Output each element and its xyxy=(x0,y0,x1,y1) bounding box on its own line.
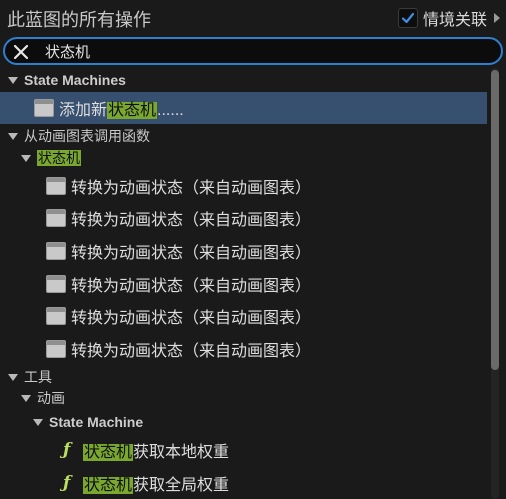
subcategory-state-machine[interactable]: 状态机 xyxy=(0,146,487,170)
menu-header: 此蓝图的所有操作 情境关联 xyxy=(0,0,506,36)
blueprint-action-menu: 此蓝图的所有操作 情境关联 State Machines xyxy=(0,0,506,499)
subcategory-label: 状态机 xyxy=(37,148,81,168)
category-state-machines[interactable]: State Machines xyxy=(0,68,487,92)
action-label: 状态机获取本地权重 xyxy=(83,444,230,461)
action-convert-to-anim-state[interactable]: 转换为动画状态（来自动画图表） xyxy=(0,206,487,230)
category-label: 从动画图表调用函数 xyxy=(24,128,150,144)
expand-arrow-icon[interactable] xyxy=(21,394,31,402)
node-icon xyxy=(46,177,66,195)
action-add-new-state-machine[interactable]: 添加新状态机...... xyxy=(0,92,487,124)
action-label: 转换为动画状态（来自动画图表） xyxy=(71,180,312,197)
context-sensitive-label: 情境关联 xyxy=(422,12,487,29)
expand-arrow-icon[interactable] xyxy=(8,373,18,381)
function-icon: ƒ xyxy=(63,473,71,493)
action-convert-to-anim-state[interactable]: 转换为动画状态（来自动画图表） xyxy=(0,304,487,328)
search-match-highlight: 状态机 xyxy=(37,150,81,166)
action-label: 转换为动画状态（来自动画图表） xyxy=(71,343,312,360)
node-icon xyxy=(46,307,66,325)
chevron-right-icon[interactable] xyxy=(494,13,500,23)
node-icon xyxy=(46,209,66,227)
action-label: 转换为动画状态（来自动画图表） xyxy=(71,310,312,327)
action-label: 状态机获取全局权重 xyxy=(83,477,230,494)
node-icon xyxy=(46,242,66,260)
scrollbar-thumb[interactable] xyxy=(491,70,499,370)
action-convert-to-anim-state[interactable]: 转换为动画状态（来自动画图表） xyxy=(0,239,487,263)
search-match-highlight: 状态机 xyxy=(83,477,134,494)
node-icon xyxy=(46,340,66,358)
vertical-scrollbar[interactable] xyxy=(489,68,501,499)
expand-arrow-icon[interactable] xyxy=(21,154,31,162)
category-label: State Machines xyxy=(24,72,126,88)
function-icon: ƒ xyxy=(63,440,71,460)
search-match-highlight: 状态机 xyxy=(83,444,134,461)
clear-search-button[interactable] xyxy=(11,42,31,62)
action-label: 转换为动画状态（来自动画图表） xyxy=(71,212,312,229)
action-convert-to-anim-state[interactable]: 转换为动画状态（来自动画图表） xyxy=(0,337,487,361)
menu-title: 此蓝图的所有操作 xyxy=(7,10,151,30)
subcategory-label: 动画 xyxy=(37,390,65,406)
action-get-local-weight[interactable]: ƒ 状态机获取本地权重 xyxy=(0,438,487,462)
search-match-highlight: 状态机 xyxy=(107,102,158,119)
category-label: 工具 xyxy=(24,369,52,385)
action-convert-to-anim-state[interactable]: 转换为动画状态（来自动画图表） xyxy=(0,272,487,296)
expand-arrow-icon[interactable] xyxy=(8,132,18,140)
category-call-from-anim-graph[interactable]: 从动画图表调用函数 xyxy=(0,124,487,148)
action-get-global-weight[interactable]: ƒ 状态机获取全局权重 xyxy=(0,471,487,495)
action-label: 添加新状态机...... xyxy=(59,102,184,119)
context-sensitive-checkbox[interactable] xyxy=(397,8,418,28)
action-convert-to-anim-state[interactable]: 转换为动画状态（来自动画图表） xyxy=(0,174,487,198)
checkmark-icon xyxy=(401,12,415,24)
subcategory-state-machine-tools[interactable]: State Machine xyxy=(0,410,487,434)
expand-arrow-icon[interactable] xyxy=(8,76,18,84)
action-label: 转换为动画状态（来自动画图表） xyxy=(71,245,312,262)
node-icon xyxy=(46,275,66,293)
search-box xyxy=(3,37,503,65)
action-label: 转换为动画状态（来自动画图表） xyxy=(71,278,312,295)
close-icon xyxy=(13,44,29,60)
expand-arrow-icon[interactable] xyxy=(33,418,43,426)
search-input[interactable] xyxy=(45,41,485,61)
subcategory-animation[interactable]: 动画 xyxy=(0,386,487,410)
action-tree: State Machines 添加新状态机...... 从动画图表调用函数 状态… xyxy=(0,68,487,499)
node-icon xyxy=(34,99,54,117)
subcategory-label: State Machine xyxy=(49,414,144,430)
context-sensitive-toggle[interactable]: 情境关联 xyxy=(397,7,500,29)
